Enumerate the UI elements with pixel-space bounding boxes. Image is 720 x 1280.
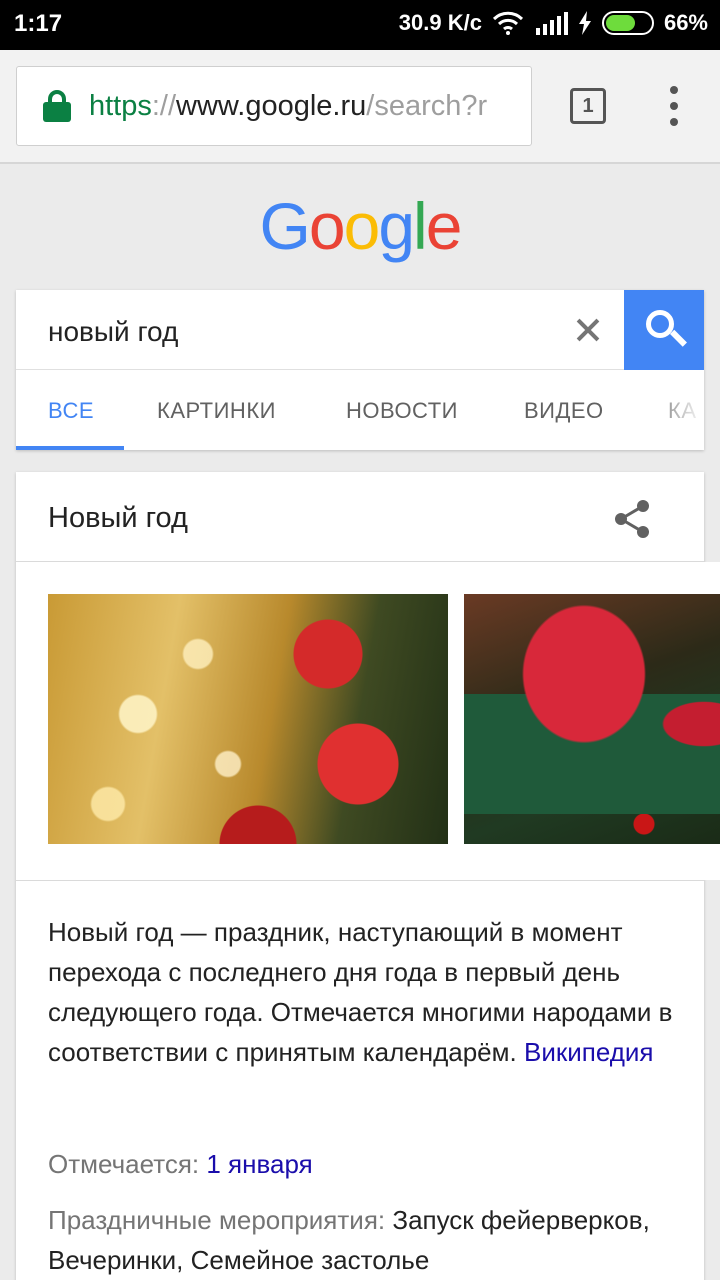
charging-icon [578, 11, 591, 35]
url-path: /search?r [366, 89, 488, 122]
search-card: новый год ВСЕ КАРТИНКИ НОВОСТИ ВИДЕО КА [16, 290, 704, 450]
search-box: новый год [16, 290, 704, 370]
fact-activities: Праздничные мероприятия: Запуск фейервер… [48, 1200, 688, 1280]
network-speed: 30.9 K/c [398, 10, 482, 35]
tab-switcher-button[interactable]: 1 [570, 88, 606, 124]
fact-value-link[interactable]: 1 января [206, 1149, 312, 1179]
battery-icon [601, 11, 654, 35]
browser-toolbar: https://www.google.ru/search?r 1 [0, 50, 720, 164]
battery-fill [605, 15, 635, 31]
divider [16, 880, 704, 881]
url-scheme: https [89, 89, 152, 122]
tab-news[interactable]: НОВОСТИ [346, 398, 458, 424]
battery-percent: 66% [663, 10, 708, 35]
clear-icon[interactable] [574, 316, 602, 344]
url-separator: :// [151, 89, 177, 122]
knowledge-panel: Новый год Новый год — праздник, наступаю… [16, 472, 720, 1280]
status-right: 30.9 K/c 66% [399, 10, 708, 36]
search-tabs: ВСЕ КАРТИНКИ НОВОСТИ ВИДЕО КА [16, 370, 704, 450]
search-input[interactable]: новый год [48, 316, 178, 348]
address-bar[interactable]: https://www.google.ru/search?r [16, 66, 532, 146]
image-carousel [16, 562, 720, 880]
carousel-image-gift[interactable] [464, 594, 720, 844]
share-icon[interactable] [612, 498, 652, 540]
wikipedia-link[interactable]: Википедия [524, 1037, 654, 1067]
url-host: www.google.ru [176, 89, 367, 122]
fact-label: Отмечается: [48, 1149, 200, 1179]
status-bar: 1:17 30.9 K/c 66% [0, 0, 720, 50]
fact-celebrated: Отмечается: 1 января [48, 1144, 688, 1184]
overflow-menu-icon[interactable] [664, 86, 684, 126]
status-time: 1:17 [14, 10, 63, 37]
search-button[interactable] [624, 290, 704, 370]
carousel-image-ornaments[interactable] [48, 594, 448, 844]
tab-video[interactable]: ВИДЕО [524, 398, 604, 424]
wifi-icon [492, 11, 524, 35]
lock-icon [43, 90, 71, 122]
google-logo: Google [259, 189, 463, 263]
url-text[interactable]: https://www.google.ru/search?r [89, 90, 487, 123]
active-tab-indicator [16, 446, 124, 450]
tab-all[interactable]: ВСЕ [48, 398, 94, 424]
fact-label: Праздничные мероприятия: [48, 1205, 386, 1235]
signal-icon [535, 12, 568, 35]
tab-images[interactable]: КАРТИНКИ [157, 398, 276, 424]
knowledge-description: Новый год — праздник, наступающий в моме… [48, 912, 678, 1072]
knowledge-title: Новый год [48, 502, 188, 534]
